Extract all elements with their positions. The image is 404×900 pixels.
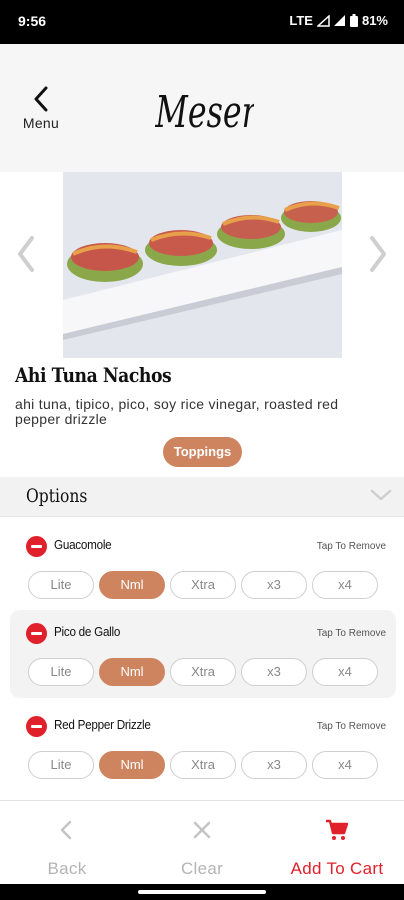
chevron-down-icon [370,489,392,501]
choice-x4[interactable]: x4 [312,658,378,686]
mesero-logo: Mesero [155,87,254,139]
options-title: Options [26,485,88,507]
choice-nml[interactable]: Nml [99,658,165,686]
battery-level: 81% [361,13,388,28]
bottom-action-bar: Back Clear Add To Cart [0,800,404,884]
option-name: Guacomole [54,537,112,552]
app-header: Menu Mesero [0,44,404,172]
add-to-cart-label: Add To Cart [290,859,384,878]
choice-xtra[interactable]: Xtra [170,658,236,686]
close-icon [193,821,211,839]
remove-icon[interactable] [26,536,47,557]
choice-lite[interactable]: Lite [28,658,94,686]
status-indicators: LTE 81% [289,13,388,28]
toppings-button[interactable]: Toppings [163,437,242,467]
choice-nml[interactable]: Nml [99,571,165,599]
back-to-menu-label: Menu [22,115,60,131]
choice-x4[interactable]: x4 [312,571,378,599]
back-button[interactable]: Back [0,801,134,885]
battery-icon [349,14,358,27]
choice-x3[interactable]: x3 [241,571,307,599]
tap-to-remove-label[interactable]: Tap To Remove [317,541,386,552]
signal-icon [316,14,330,27]
choice-x3[interactable]: x3 [241,658,307,686]
cart-icon [326,819,349,840]
remove-icon[interactable] [26,623,47,644]
signal-full-icon [333,14,345,26]
status-time: 9:56 [18,13,47,29]
svg-text:Mesero: Mesero [155,87,254,139]
option-group-red-pepper-drizzle: Red Pepper Drizzle Tap To Remove Lite Nm… [10,703,396,791]
back-label: Back [47,859,87,878]
options-section-header[interactable]: Options [0,477,404,517]
dish-image-carousel [0,172,404,360]
choice-lite[interactable]: Lite [28,571,94,599]
chevron-left-icon [18,236,34,272]
option-name: Red Pepper Drizzle [54,717,151,732]
previous-image-button[interactable] [14,234,38,274]
choice-xtra[interactable]: Xtra [170,571,236,599]
next-image-button[interactable] [366,234,390,274]
tap-to-remove-label[interactable]: Tap To Remove [317,628,386,639]
clear-button[interactable]: Clear [135,801,269,885]
status-bar: 9:56 LTE 81% [0,0,404,44]
ahi-tuna-nachos-photo [63,172,342,358]
chevron-left-icon [34,86,48,112]
dish-description: ahi tuna, tipico, pico, soy rice vinegar… [15,396,339,427]
dish-title: Ahi Tuna Nachos [15,363,172,387]
clear-label: Clear [180,859,224,878]
choice-x4[interactable]: x4 [312,751,378,779]
option-group-guacomole: Guacomole Tap To Remove Lite Nml Xtra x3… [10,523,396,611]
choice-x3[interactable]: x3 [241,751,307,779]
remove-icon[interactable] [26,716,47,737]
tap-to-remove-label[interactable]: Tap To Remove [317,721,386,732]
choice-nml[interactable]: Nml [99,751,165,779]
home-gesture-handle[interactable] [138,890,266,894]
system-navigation-bar [0,884,404,900]
chevron-right-icon [370,236,386,272]
quantity-choices: Lite Nml Xtra x3 x4 [28,751,378,779]
quantity-choices: Lite Nml Xtra x3 x4 [28,571,378,599]
back-to-menu-button[interactable]: Menu [18,86,64,138]
network-label: LTE [289,13,313,28]
quantity-choices: Lite Nml Xtra x3 x4 [28,658,378,686]
add-to-cart-button[interactable]: Add To Cart [270,801,404,885]
chevron-left-icon [60,820,72,840]
option-group-pico-de-gallo: Pico de Gallo Tap To Remove Lite Nml Xtr… [10,610,396,698]
choice-xtra[interactable]: Xtra [170,751,236,779]
dish-photo [63,172,342,358]
option-name: Pico de Gallo [54,624,121,639]
choice-lite[interactable]: Lite [28,751,94,779]
